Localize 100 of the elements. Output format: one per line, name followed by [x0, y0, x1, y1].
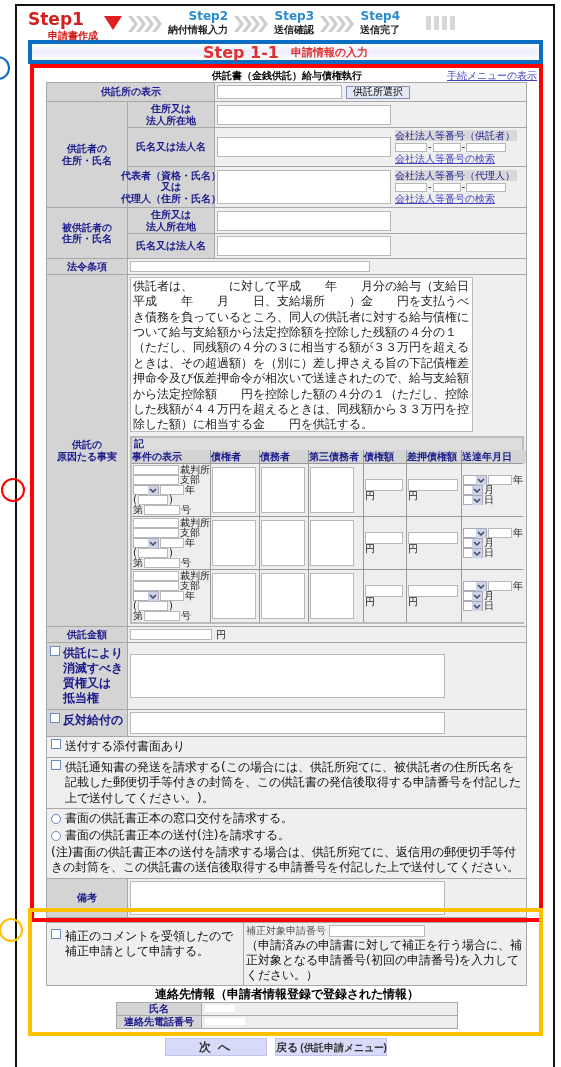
text-area[interactable]: [212, 467, 256, 513]
amount-field[interactable]: [408, 585, 458, 597]
text-area[interactable]: [261, 573, 305, 619]
unit-label: (: [133, 601, 137, 611]
unit-label: ): [168, 601, 173, 611]
field-label: 供託所の表示: [100, 86, 161, 98]
checkbox[interactable]: [50, 646, 60, 656]
year-field[interactable]: [488, 475, 512, 485]
option-text: 送付する添付書面あり: [65, 739, 185, 755]
menu-link[interactable]: 手続メニューの表示: [447, 69, 537, 83]
unit-label: 月: [484, 485, 494, 495]
case-number-field[interactable]: [144, 505, 180, 515]
radio-button[interactable]: [51, 814, 61, 825]
amount-field[interactable]: [365, 532, 403, 544]
field-label: 氏名: [116, 1002, 201, 1015]
checkbox[interactable]: [50, 713, 60, 723]
back-button[interactable]: 戻る (供託申請メニュー): [274, 1037, 387, 1056]
amount-field[interactable]: [365, 479, 403, 491]
court-field[interactable]: [133, 571, 179, 581]
law-field[interactable]: [130, 261, 370, 272]
select-field[interactable]: [133, 485, 159, 495]
unit-label: 円: [408, 544, 419, 554]
text-area[interactable]: [217, 210, 391, 231]
year-field[interactable]: [160, 538, 184, 548]
chevron-down-icon: [472, 592, 482, 601]
select-field[interactable]: [463, 548, 483, 558]
application-number-field[interactable]: [329, 924, 425, 937]
radio-button[interactable]: [51, 830, 61, 841]
text-area[interactable]: [261, 520, 305, 566]
number-field[interactable]: [466, 142, 507, 152]
table-caption: 記: [133, 438, 145, 450]
select-field[interactable]: [463, 495, 483, 505]
unit-label: (: [133, 495, 137, 505]
select-office-button[interactable]: 供託所選択: [346, 85, 410, 99]
option-text: 供託通知書の発送を請求する(この場合には、供託所宛てに、被供託者の住所氏名を記載した郵便切手等付きの封筒を、この供託書の発信後取得する申請番号を付記した上で送付してください。)。: [65, 759, 522, 807]
amount-field[interactable]: [408, 479, 458, 491]
unit-label: 円: [408, 491, 419, 501]
checkbox[interactable]: [51, 759, 61, 770]
cause-text-area[interactable]: 供託者は、 に対して平成 年 月分の給与（支給日平成 年 月 日、支給場所 ）金 円を支払うべき債務を負っているところ、同人の供託者に対する給与債権について給与支給額から法定控除額を控除した残額の４分の１（ただし、同残額の４分の３に相当する額が３３万円を超えるときは、その超過額）を（別に）差し押さえる旨の下記債権差押命令及び仮差押命令が相次いで送達されたので、給与支給額から法定控除額 円を控除した額の４分の１（ただし、控除した残額が４４万円を超えるときは、同残額から３３万円を控除した額）に相当する金 円を供託する。: [130, 277, 473, 432]
amount-field[interactable]: [365, 585, 403, 597]
number-field[interactable]: [432, 182, 461, 192]
option-text: 書面の供託書正本の窓口交付を請求する。: [65, 811, 293, 827]
case-number-field[interactable]: [144, 611, 180, 621]
column-header: 送達年月日: [462, 450, 526, 463]
branch-field[interactable]: [133, 581, 179, 591]
case-number-field[interactable]: [144, 558, 180, 568]
select-field[interactable]: [133, 591, 159, 601]
text-area[interactable]: [130, 654, 445, 698]
select-field[interactable]: [463, 528, 487, 538]
text-area[interactable]: [217, 137, 391, 157]
select-field[interactable]: [463, 591, 483, 601]
year-field[interactable]: [160, 485, 184, 495]
number-field[interactable]: [395, 142, 427, 152]
text-area[interactable]: [261, 467, 305, 513]
checkbox[interactable]: [51, 928, 61, 939]
case-type-field[interactable]: [137, 601, 168, 611]
select-field[interactable]: [463, 601, 483, 611]
amount-field[interactable]: [130, 629, 212, 640]
text-area[interactable]: [310, 520, 354, 566]
select-field[interactable]: [463, 475, 487, 485]
field-label: 住所・氏名: [62, 233, 112, 245]
branch-field[interactable]: [133, 475, 179, 485]
number-field[interactable]: [395, 182, 427, 192]
office-field[interactable]: [217, 85, 342, 99]
unit-label: 号: [181, 611, 191, 621]
select-field[interactable]: [463, 485, 483, 495]
search-link[interactable]: 会社法人等番号の検索: [395, 193, 517, 204]
field-label: 反対給付の: [63, 713, 123, 728]
court-field[interactable]: [133, 465, 179, 475]
unit-label: 年: [513, 528, 523, 538]
select-field[interactable]: [463, 538, 483, 548]
option-text: 補正のコメントを受領したので: [65, 928, 233, 945]
select-field[interactable]: [463, 581, 487, 591]
checkbox[interactable]: [51, 739, 61, 749]
amount-field[interactable]: [408, 532, 458, 544]
option-text: 補正申請として申請する。: [65, 944, 210, 960]
year-field[interactable]: [160, 591, 184, 601]
court-field[interactable]: [133, 518, 179, 528]
case-type-field[interactable]: [137, 548, 168, 558]
unit-label: 第: [133, 505, 143, 515]
case-type-field[interactable]: [137, 495, 168, 505]
field-label: 供託者の: [67, 143, 107, 154]
column-header: 債権額: [364, 450, 406, 463]
text-area[interactable]: [310, 573, 354, 619]
number-field[interactable]: [466, 182, 507, 192]
next-button[interactable]: 次 へ: [164, 1037, 267, 1056]
text-area[interactable]: [212, 573, 256, 619]
text-area[interactable]: [217, 236, 391, 256]
text-area[interactable]: [212, 520, 256, 566]
text-area[interactable]: [130, 712, 445, 734]
select-field[interactable]: [133, 538, 159, 548]
number-field[interactable]: [432, 142, 461, 152]
branch-field[interactable]: [133, 528, 179, 538]
text-area[interactable]: [310, 467, 354, 513]
chevron-down-icon: [472, 549, 482, 558]
year-field[interactable]: [488, 528, 512, 538]
text-area[interactable]: [217, 170, 391, 204]
year-field[interactable]: [488, 581, 512, 591]
search-link[interactable]: 会社法人等番号の検索: [395, 153, 517, 164]
text-area[interactable]: [217, 104, 391, 125]
